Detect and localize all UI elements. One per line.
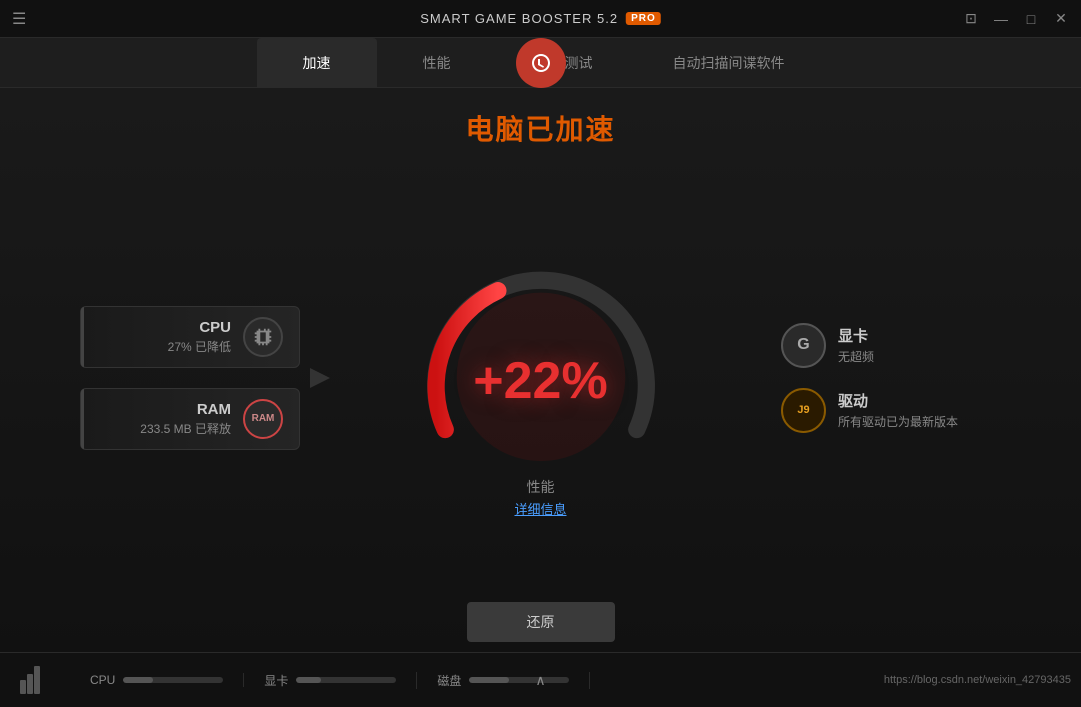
bottom-disk-progress: [469, 677, 569, 683]
driver-value: 所有驱动已为最新版本: [838, 413, 1001, 430]
close-button[interactable]: ✕: [1053, 10, 1069, 27]
right-stats: G 显卡 无超频 J9 驱动 所有驱动已为最新版本: [781, 323, 1001, 433]
logo-bar-3: [34, 666, 40, 694]
gauge-area: CPU 27% 已降低 RAM 233.5 MB 已释放 RAM: [0, 168, 1081, 587]
cpu-label: CPU: [97, 319, 231, 336]
left-stats: CPU 27% 已降低 RAM 233.5 MB 已释放 RAM: [80, 306, 300, 450]
gauge-value: +22%: [473, 351, 607, 411]
gauge-container: +22% 性能 详细信息: [401, 238, 681, 518]
bottom-up-arrow[interactable]: ∧: [535, 672, 545, 689]
bottom-bar: CPU 显卡 磁盘 ∧ https://blog.csdn.net/weixin…: [0, 652, 1081, 707]
window-controls: ⊡ — □ ✕: [963, 10, 1069, 27]
logo-bar-2: [27, 674, 33, 694]
gpu-stat-card: G 显卡 无超频: [781, 323, 1001, 368]
tab-scan[interactable]: 自动扫描间谍软件: [633, 38, 825, 88]
driver-stat-card: J9 驱动 所有驱动已为最新版本: [781, 388, 1001, 433]
driver-icon: J9: [781, 388, 826, 433]
app-title: Smart Game Booster 5.2: [420, 11, 618, 26]
logo-bar-1: [20, 680, 26, 694]
bottom-cpu-label: CPU: [90, 673, 115, 687]
bottom-disk-label: 磁盘: [437, 672, 461, 689]
gauge-label-main: 性能: [514, 477, 566, 497]
tab-bar: 加速 性能 运行测试 自动扫描间谍软件: [0, 38, 1081, 88]
cpu-stat-card: CPU 27% 已降低: [80, 306, 300, 368]
bottom-cpu-stat: CPU: [70, 673, 244, 687]
ram-icon: RAM: [243, 399, 283, 439]
gpu-value: 无超频: [838, 348, 1001, 365]
screenshot-button[interactable]: ⊡: [963, 10, 979, 27]
gauge-label-detail[interactable]: 详细信息: [514, 499, 566, 518]
accelerated-title: 电脑已加速: [465, 108, 615, 148]
minimize-button[interactable]: —: [993, 11, 1009, 27]
hamburger-icon[interactable]: ☰: [12, 9, 26, 29]
tab-performance[interactable]: 性能: [377, 38, 497, 88]
bottom-gpu-fill: [296, 677, 321, 683]
bottom-gpu-label: 显卡: [264, 672, 288, 689]
bottom-url: https://blog.csdn.net/weixin_42793435: [884, 674, 1071, 686]
bottom-logo: [20, 666, 40, 694]
driver-label: 驱动: [838, 390, 1001, 411]
ram-label: RAM: [97, 401, 231, 418]
ram-stat-card: RAM 233.5 MB 已释放 RAM: [80, 388, 300, 450]
restore-button-win[interactable]: □: [1023, 11, 1039, 27]
tab-accelerate[interactable]: 加速: [257, 38, 377, 88]
bottom-gpu-stat: 显卡: [244, 672, 417, 689]
bottom-cpu-progress: [123, 677, 223, 683]
bottom-gpu-progress: [296, 677, 396, 683]
center-tab-icon[interactable]: [516, 38, 566, 88]
bottom-cpu-fill: [123, 677, 153, 683]
pro-badge: PRO: [626, 12, 661, 25]
ram-value: 233.5 MB 已释放: [97, 420, 231, 437]
gpu-icon: G: [781, 323, 826, 368]
main-content: 电脑已加速 CPU 27% 已降低 RAM 233.5 MB 已释放: [0, 88, 1081, 652]
bottom-disk-fill: [469, 677, 509, 683]
cpu-icon: [243, 317, 283, 357]
gpu-label: 显卡: [838, 325, 1001, 346]
cpu-value: 27% 已降低: [97, 338, 231, 355]
restore-button[interactable]: 还原: [467, 602, 615, 642]
gauge-label: 性能 详细信息: [514, 477, 566, 518]
app-title-area: Smart Game Booster 5.2 PRO: [420, 11, 660, 26]
title-bar: ☰ Smart Game Booster 5.2 PRO ⊡ — □ ✕: [0, 0, 1081, 38]
bottom-disk-stat: 磁盘: [417, 672, 590, 689]
